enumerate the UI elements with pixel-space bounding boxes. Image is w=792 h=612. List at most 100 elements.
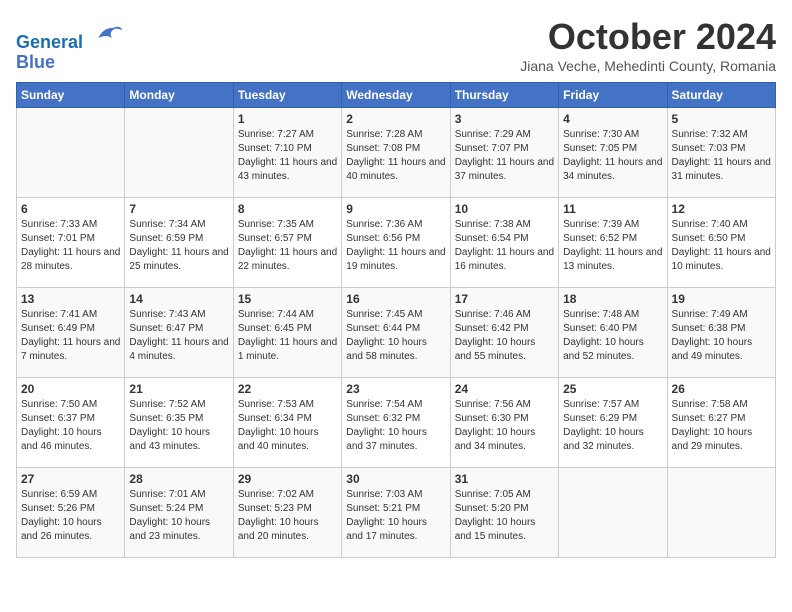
- calendar-cell: 15 Sunrise: 7:44 AM Sunset: 6:45 PM Dayli…: [233, 288, 341, 378]
- day-info: Sunrise: 7:57 AM Sunset: 6:29 PM Dayligh…: [563, 398, 662, 454]
- calendar-cell: 29 Sunrise: 7:02 AM Sunset: 5:23 PM Dayli…: [233, 468, 341, 558]
- calendar-header-friday: Friday: [559, 83, 667, 108]
- calendar-cell: 6 Sunrise: 7:33 AM Sunset: 7:01 PM Daylig…: [17, 198, 125, 288]
- day-info: Sunrise: 6:59 AM Sunset: 5:26 PM Dayligh…: [21, 488, 120, 544]
- calendar-cell: 21 Sunrise: 7:52 AM Sunset: 6:35 PM Dayli…: [125, 378, 233, 468]
- calendar-cell: 20 Sunrise: 7:50 AM Sunset: 6:37 PM Dayli…: [17, 378, 125, 468]
- day-info: Sunrise: 7:36 AM Sunset: 6:56 PM Dayligh…: [346, 218, 445, 274]
- calendar-cell: [17, 108, 125, 198]
- page-header: General Blue October 2024 Jiana Veche, M…: [16, 16, 776, 74]
- day-info: Sunrise: 7:27 AM Sunset: 7:10 PM Dayligh…: [238, 128, 337, 184]
- day-number: 21: [129, 382, 228, 396]
- calendar-cell: 9 Sunrise: 7:36 AM Sunset: 6:56 PM Daylig…: [342, 198, 450, 288]
- day-info: Sunrise: 7:46 AM Sunset: 6:42 PM Dayligh…: [455, 308, 554, 364]
- day-number: 5: [672, 112, 771, 126]
- day-number: 11: [563, 202, 662, 216]
- day-info: Sunrise: 7:49 AM Sunset: 6:38 PM Dayligh…: [672, 308, 771, 364]
- calendar-body: 1 Sunrise: 7:27 AM Sunset: 7:10 PM Daylig…: [17, 108, 776, 558]
- calendar-cell: 2 Sunrise: 7:28 AM Sunset: 7:08 PM Daylig…: [342, 108, 450, 198]
- day-info: Sunrise: 7:29 AM Sunset: 7:07 PM Dayligh…: [455, 128, 554, 184]
- calendar-cell: [667, 468, 775, 558]
- calendar-header-thursday: Thursday: [450, 83, 558, 108]
- location-text: Jiana Veche, Mehedinti County, Romania: [520, 58, 776, 74]
- logo-text: General: [16, 20, 124, 53]
- day-info: Sunrise: 7:58 AM Sunset: 6:27 PM Dayligh…: [672, 398, 771, 454]
- calendar-cell: 4Sunrise: 7:30 AM Sunset: 7:05 PM Daylig…: [559, 108, 667, 198]
- logo: General Blue: [16, 20, 124, 73]
- calendar-cell: 25 Sunrise: 7:57 AM Sunset: 6:29 PM Dayli…: [559, 378, 667, 468]
- calendar-cell: 30Sunrise: 7:03 AM Sunset: 5:21 PM Dayli…: [342, 468, 450, 558]
- day-info: Sunrise: 7:38 AM Sunset: 6:54 PM Dayligh…: [455, 218, 554, 274]
- day-info: Sunrise: 7:03 AM Sunset: 5:21 PM Dayligh…: [346, 488, 445, 544]
- day-info: Sunrise: 7:28 AM Sunset: 7:08 PM Dayligh…: [346, 128, 445, 184]
- day-number: 16: [346, 292, 445, 306]
- day-number: 31: [455, 472, 554, 486]
- calendar-cell: 27 Sunrise: 6:59 AM Sunset: 5:26 PM Dayli…: [17, 468, 125, 558]
- day-number: 2: [346, 112, 445, 126]
- calendar-week-row: 1 Sunrise: 7:27 AM Sunset: 7:10 PM Daylig…: [17, 108, 776, 198]
- calendar-cell: 1 Sunrise: 7:27 AM Sunset: 7:10 PM Daylig…: [233, 108, 341, 198]
- day-info: Sunrise: 7:45 AM Sunset: 6:44 PM Dayligh…: [346, 308, 445, 364]
- day-info: Sunrise: 7:53 AM Sunset: 6:34 PM Dayligh…: [238, 398, 337, 454]
- day-info: Sunrise: 7:48 AM Sunset: 6:40 PM Dayligh…: [563, 308, 662, 364]
- day-number: 22: [238, 382, 337, 396]
- day-info: Sunrise: 7:39 AM Sunset: 6:52 PM Dayligh…: [563, 218, 662, 274]
- day-number: 15: [238, 292, 337, 306]
- logo-blue-text: Blue: [16, 53, 124, 73]
- calendar-week-row: 13 Sunrise: 7:41 AM Sunset: 6:49 PM Dayli…: [17, 288, 776, 378]
- calendar-cell: 14 Sunrise: 7:43 AM Sunset: 6:47 PM Dayli…: [125, 288, 233, 378]
- calendar-cell: 10Sunrise: 7:38 AM Sunset: 6:54 PM Dayli…: [450, 198, 558, 288]
- day-number: 3: [455, 112, 554, 126]
- calendar-cell: 28 Sunrise: 7:01 AM Sunset: 5:24 PM Dayli…: [125, 468, 233, 558]
- day-info: Sunrise: 7:02 AM Sunset: 5:23 PM Dayligh…: [238, 488, 337, 544]
- day-number: 26: [672, 382, 771, 396]
- calendar-cell: [125, 108, 233, 198]
- calendar-cell: 31Sunrise: 7:05 AM Sunset: 5:20 PM Dayli…: [450, 468, 558, 558]
- calendar-cell: 11 Sunrise: 7:39 AM Sunset: 6:52 PM Dayli…: [559, 198, 667, 288]
- day-number: 14: [129, 292, 228, 306]
- day-info: Sunrise: 7:33 AM Sunset: 7:01 PM Dayligh…: [21, 218, 120, 274]
- day-number: 7: [129, 202, 228, 216]
- calendar-cell: 3 Sunrise: 7:29 AM Sunset: 7:07 PM Daylig…: [450, 108, 558, 198]
- calendar-week-row: 6 Sunrise: 7:33 AM Sunset: 7:01 PM Daylig…: [17, 198, 776, 288]
- day-number: 18: [563, 292, 662, 306]
- day-number: 17: [455, 292, 554, 306]
- day-number: 20: [21, 382, 120, 396]
- calendar-cell: 13 Sunrise: 7:41 AM Sunset: 6:49 PM Dayli…: [17, 288, 125, 378]
- day-info: Sunrise: 7:54 AM Sunset: 6:32 PM Dayligh…: [346, 398, 445, 454]
- day-number: 9: [346, 202, 445, 216]
- day-number: 25: [563, 382, 662, 396]
- day-number: 4: [563, 112, 662, 126]
- calendar-cell: 24Sunrise: 7:56 AM Sunset: 6:30 PM Dayli…: [450, 378, 558, 468]
- calendar-week-row: 20 Sunrise: 7:50 AM Sunset: 6:37 PM Dayli…: [17, 378, 776, 468]
- day-info: Sunrise: 7:32 AM Sunset: 7:03 PM Dayligh…: [672, 128, 771, 184]
- calendar-cell: 12Sunrise: 7:40 AM Sunset: 6:50 PM Dayli…: [667, 198, 775, 288]
- calendar-week-row: 27 Sunrise: 6:59 AM Sunset: 5:26 PM Dayli…: [17, 468, 776, 558]
- calendar-cell: [559, 468, 667, 558]
- day-info: Sunrise: 7:52 AM Sunset: 6:35 PM Dayligh…: [129, 398, 228, 454]
- day-info: Sunrise: 7:40 AM Sunset: 6:50 PM Dayligh…: [672, 218, 771, 274]
- day-number: 28: [129, 472, 228, 486]
- day-number: 29: [238, 472, 337, 486]
- day-info: Sunrise: 7:35 AM Sunset: 6:57 PM Dayligh…: [238, 218, 337, 274]
- calendar-header-tuesday: Tuesday: [233, 83, 341, 108]
- day-number: 8: [238, 202, 337, 216]
- calendar-header-saturday: Saturday: [667, 83, 775, 108]
- day-info: Sunrise: 7:44 AM Sunset: 6:45 PM Dayligh…: [238, 308, 337, 364]
- calendar-cell: 7 Sunrise: 7:34 AM Sunset: 6:59 PM Daylig…: [125, 198, 233, 288]
- month-title: October 2024: [520, 16, 776, 58]
- day-info: Sunrise: 7:56 AM Sunset: 6:30 PM Dayligh…: [455, 398, 554, 454]
- calendar-cell: 5 Sunrise: 7:32 AM Sunset: 7:03 PM Daylig…: [667, 108, 775, 198]
- day-info: Sunrise: 7:41 AM Sunset: 6:49 PM Dayligh…: [21, 308, 120, 364]
- day-info: Sunrise: 7:34 AM Sunset: 6:59 PM Dayligh…: [129, 218, 228, 274]
- day-number: 1: [238, 112, 337, 126]
- calendar-cell: 8 Sunrise: 7:35 AM Sunset: 6:57 PM Daylig…: [233, 198, 341, 288]
- day-info: Sunrise: 7:50 AM Sunset: 6:37 PM Dayligh…: [21, 398, 120, 454]
- day-info: Sunrise: 7:43 AM Sunset: 6:47 PM Dayligh…: [129, 308, 228, 364]
- day-info: Sunrise: 7:01 AM Sunset: 5:24 PM Dayligh…: [129, 488, 228, 544]
- calendar-header-row: SundayMondayTuesdayWednesdayThursdayFrid…: [17, 83, 776, 108]
- day-number: 6: [21, 202, 120, 216]
- day-number: 13: [21, 292, 120, 306]
- day-number: 27: [21, 472, 120, 486]
- calendar-cell: 19Sunrise: 7:49 AM Sunset: 6:38 PM Dayli…: [667, 288, 775, 378]
